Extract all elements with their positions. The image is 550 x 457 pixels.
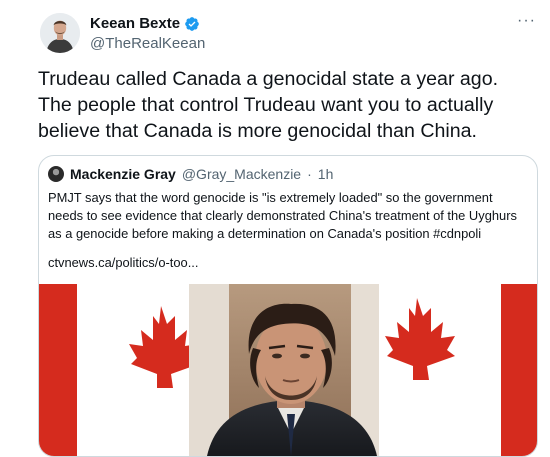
quoted-tweet-time[interactable]: 1h: [318, 166, 334, 182]
author-name-row: Keean Bexte: [90, 14, 205, 33]
author-handle[interactable]: @TheRealKeean: [90, 35, 205, 52]
more-options-icon[interactable]: ···: [517, 12, 536, 30]
author-name[interactable]: Keean Bexte: [90, 15, 180, 32]
quoted-tweet[interactable]: Mackenzie Gray @Gray_Mackenzie · 1h PMJT…: [38, 155, 538, 457]
quoted-author-avatar[interactable]: [48, 166, 64, 182]
verified-badge-icon: [184, 16, 200, 32]
quoted-tweet-text: PMJT says that the word genocide is "is …: [48, 189, 530, 243]
tweet-text-line: Trudeau called Canada a genocidal state …: [38, 68, 499, 90]
tweet-text: Trudeau called Canada a genocidal state …: [38, 66, 543, 144]
quoted-tweet-link[interactable]: ctvnews.ca/politics/o-too...: [48, 255, 198, 270]
quoted-tweet-header: Mackenzie Gray @Gray_Mackenzie · 1h: [48, 166, 333, 182]
tweet-text-line: believe that Canada is more genocidal th…: [38, 120, 477, 142]
quoted-tweet-image[interactable]: [39, 284, 537, 456]
quoted-text-line: PMJT says that the word genocide is "is …: [48, 190, 493, 205]
tweet[interactable]: Keean Bexte @TheRealKeean ··· Trudeau ca…: [0, 0, 550, 457]
quoted-author-name[interactable]: Mackenzie Gray: [70, 166, 176, 182]
separator-dot: ·: [307, 166, 312, 182]
quoted-text-line: needs to see evidence that clearly demon…: [48, 208, 517, 223]
author-avatar[interactable]: [40, 13, 80, 53]
quoted-author-handle[interactable]: @Gray_Mackenzie: [182, 166, 301, 182]
quoted-text-line: as a genocide before making a determinat…: [48, 226, 482, 241]
author-info: Keean Bexte @TheRealKeean: [90, 14, 205, 52]
tweet-text-line: The people that control Trudeau want you…: [38, 94, 494, 116]
